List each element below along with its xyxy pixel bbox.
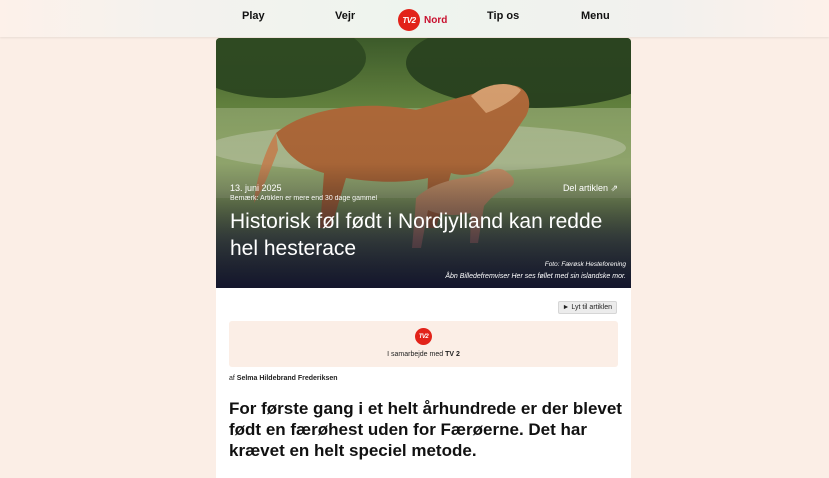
- collaboration-box: TV2 I samarbejde med TV 2: [229, 321, 618, 367]
- photo-credit: Foto: Færøsk Hesteforening: [544, 261, 626, 268]
- tv2-logo-icon: TV2: [415, 328, 432, 345]
- nav-tip[interactable]: Tip os: [487, 10, 519, 22]
- nav-weather[interactable]: Vejr: [335, 10, 355, 22]
- article-lead: For første gang i et helt århundrede er …: [229, 399, 622, 460]
- photo-caption[interactable]: Åbn Billedefremviser Her ses føllet med …: [445, 273, 626, 280]
- byline: af Selma Hildebrand Frederiksen: [229, 375, 338, 382]
- hero-image[interactable]: 13. juni 2025 Bemærk: Artiklen er mere e…: [216, 38, 631, 288]
- collaboration-text: I samarbejde med TV 2: [229, 351, 618, 358]
- author-name[interactable]: Selma Hildebrand Frederiksen: [237, 375, 338, 382]
- age-notice: Bemærk: Artiklen er mere end 30 dage gam…: [230, 195, 378, 202]
- tv2-logo-icon: TV2: [398, 9, 420, 31]
- region-label: Nord: [424, 14, 448, 26]
- article-headline: Historisk føl født i Nordjylland kan red…: [230, 210, 603, 260]
- byline-prefix: af: [229, 375, 237, 382]
- collaboration-partner: TV 2: [445, 351, 460, 358]
- collaboration-prefix: I samarbejde med: [387, 351, 446, 358]
- tv2-nord-logo[interactable]: TV2 Nord: [398, 9, 447, 31]
- listen-to-article-button[interactable]: ► Lyt til artiklen: [557, 301, 617, 314]
- nav-menu[interactable]: Menu: [581, 10, 610, 22]
- publish-date: 13. juni 2025: [230, 183, 282, 193]
- share-article-button[interactable]: Del artiklen ⇗: [563, 183, 618, 194]
- top-navigation: Play Vejr TV2 Nord Tip os Menu: [0, 0, 829, 37]
- nav-play[interactable]: Play: [242, 10, 265, 22]
- article-card: 13. juni 2025 Bemærk: Artiklen er mere e…: [216, 38, 631, 478]
